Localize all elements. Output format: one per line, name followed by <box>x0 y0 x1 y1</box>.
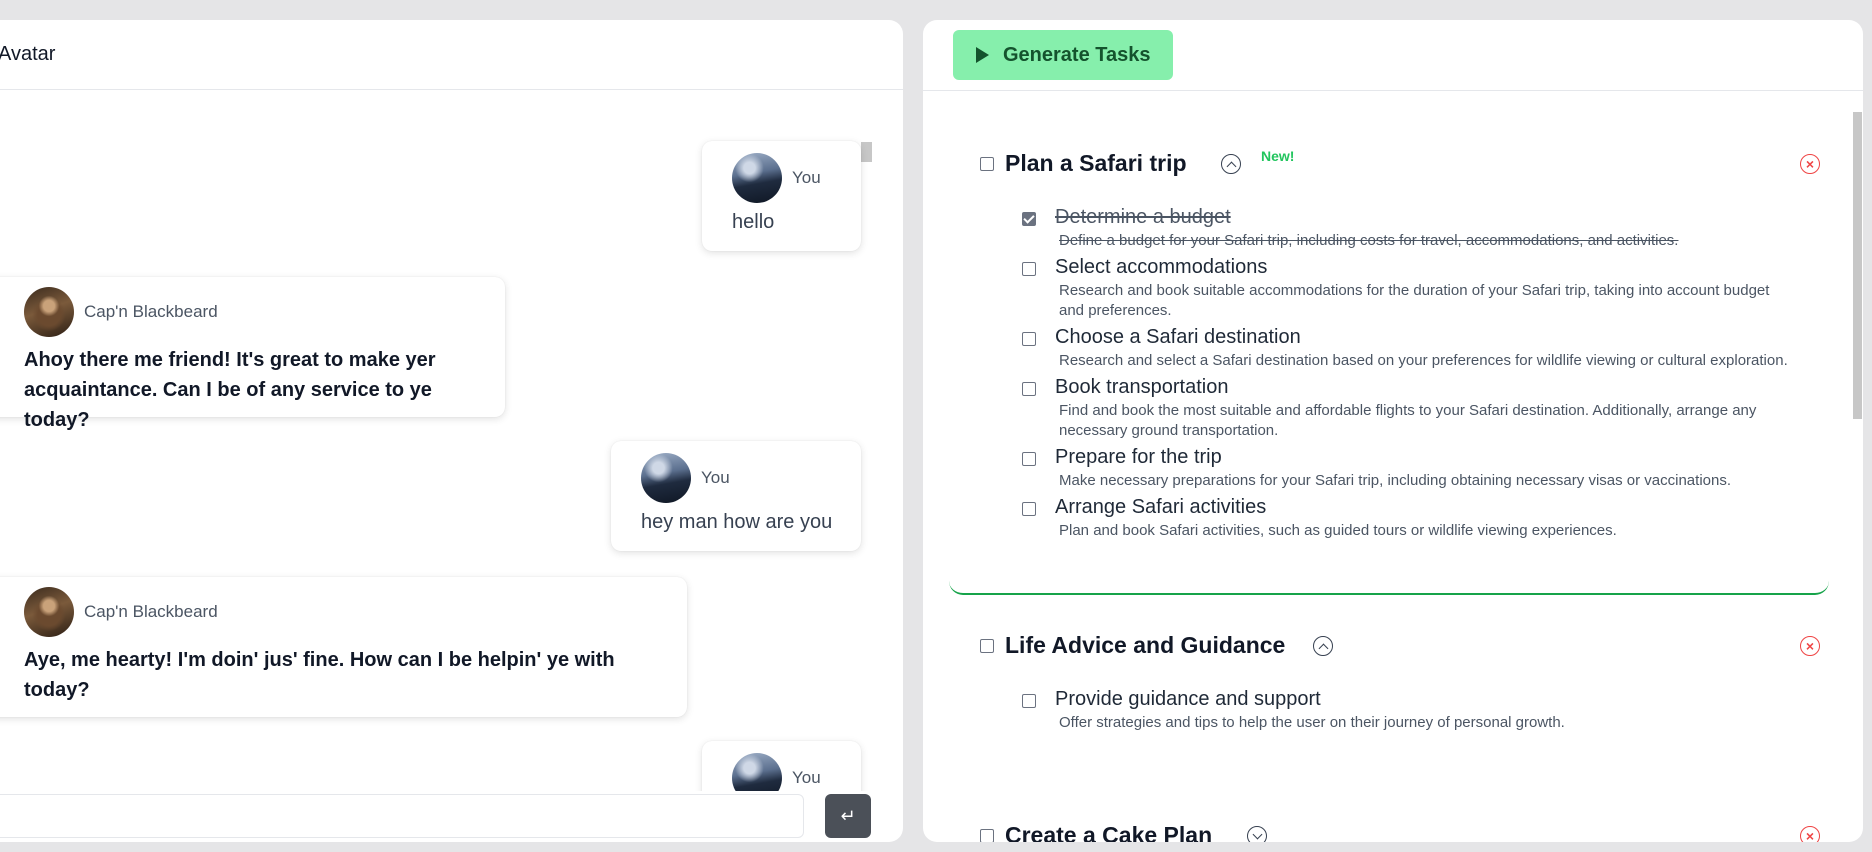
plan-checkbox[interactable] <box>980 639 994 653</box>
plan-header: Plan a Safari trip New! × <box>949 144 1829 184</box>
task-description: Plan and book Safari activities, such as… <box>1059 522 1617 539</box>
message-text: Aye, me hearty! I'm doin' jus' fine. How… <box>24 649 615 701</box>
task-description: Offer strategies and tips to help the us… <box>1059 714 1565 731</box>
tasks-scrollbar[interactable] <box>1853 112 1862 419</box>
expand-chevron-icon[interactable] <box>1247 826 1267 842</box>
task-checkbox[interactable] <box>1022 212 1036 226</box>
task-description: Research and book suitable accommodation… <box>1059 282 1770 319</box>
chat-messages[interactable]: You hello Cap'n Blackbeard Ahoy there me… <box>0 91 903 791</box>
sender-name: You <box>792 168 821 187</box>
task-title: Book transportation <box>1055 376 1229 398</box>
plan-header: Life Advice and Guidance × <box>949 626 1829 666</box>
user-avatar <box>732 153 782 203</box>
sender-name: Cap'n Blackbeard <box>84 602 218 621</box>
task-checkbox[interactable] <box>1022 502 1036 516</box>
plan-title: Create a Cake Plan <box>1005 822 1213 842</box>
task-item: Select accommodations Research and book … <box>949 256 1829 321</box>
plan-checkbox[interactable] <box>980 157 994 171</box>
tasks-header: Generate Tasks <box>923 20 1863 91</box>
delete-plan-icon[interactable]: × <box>1800 154 1820 174</box>
message-sender: Cap'n Blackbeard <box>24 587 667 637</box>
task-checkbox[interactable] <box>1022 262 1036 276</box>
message-text: hello <box>732 211 775 233</box>
play-icon <box>976 47 989 63</box>
collapse-chevron-icon[interactable] <box>1313 636 1333 656</box>
close-glyph: × <box>1805 156 1815 172</box>
task-item: Prepare for the trip Make necessary prep… <box>949 446 1829 491</box>
message-text: hey man how are you <box>641 511 833 533</box>
plan-header: Create a Cake Plan × <box>949 816 1829 842</box>
chat-title: Avatar <box>0 43 56 65</box>
task-checkbox[interactable] <box>1022 332 1036 346</box>
task-item: Choose a Safari destination Research and… <box>949 326 1829 371</box>
task-item: Determine a budget Define a budget for y… <box>949 206 1829 251</box>
message-input[interactable] <box>0 794 804 838</box>
message-sender: You <box>641 453 861 503</box>
message-text: Ahoy there me friend! It's great to make… <box>24 349 436 431</box>
generate-tasks-button[interactable]: Generate Tasks <box>953 30 1173 80</box>
task-checkbox[interactable] <box>1022 382 1036 396</box>
user-avatar <box>732 753 782 791</box>
close-glyph: × <box>1805 638 1815 654</box>
chat-message-user: You hey man how are you <box>611 441 861 551</box>
task-title: Determine a budget <box>1055 206 1231 228</box>
task-title: Provide guidance and support <box>1055 688 1321 710</box>
tasks-panel: Generate Tasks Plan a Safari trip New! ×… <box>923 20 1863 842</box>
close-glyph: × <box>1805 828 1815 842</box>
generate-tasks-label: Generate Tasks <box>1003 43 1151 66</box>
delete-plan-icon[interactable]: × <box>1800 826 1820 842</box>
chat-message-user: You <box>702 741 861 791</box>
chat-panel: Avatar You hello Cap'n Blackbeard Ahoy t… <box>0 20 903 842</box>
send-button[interactable]: ↵ <box>825 794 871 838</box>
sender-name: Cap'n Blackbeard <box>84 302 218 321</box>
task-title: Choose a Safari destination <box>1055 326 1301 348</box>
new-badge: New! <box>1261 148 1295 164</box>
plan-title: Plan a Safari trip <box>1005 150 1187 176</box>
plan-checkbox[interactable] <box>980 829 994 842</box>
bot-avatar <box>24 287 74 337</box>
bot-avatar <box>24 587 74 637</box>
task-description: Find and book the most suitable and affo… <box>1059 402 1757 439</box>
user-avatar <box>641 453 691 503</box>
task-description: Make necessary preparations for your Saf… <box>1059 472 1731 489</box>
chat-header: Avatar <box>0 20 903 90</box>
message-sender: You <box>732 153 861 203</box>
task-title: Select accommodations <box>1055 256 1268 278</box>
task-checkbox[interactable] <box>1022 694 1036 708</box>
task-item: Book transportation Find and book the mo… <box>949 376 1829 441</box>
task-item: Provide guidance and support Offer strat… <box>949 688 1829 733</box>
plan-card-life-advice: Life Advice and Guidance × Provide guida… <box>949 626 1829 756</box>
task-title: Prepare for the trip <box>1055 446 1222 468</box>
delete-plan-icon[interactable]: × <box>1800 636 1820 656</box>
chat-scrollbar[interactable] <box>861 142 872 162</box>
task-checkbox[interactable] <box>1022 452 1036 466</box>
task-description: Research and select a Safari destination… <box>1059 352 1788 369</box>
collapse-chevron-icon[interactable] <box>1221 154 1241 174</box>
plan-card-cake: Create a Cake Plan × <box>949 816 1829 842</box>
plan-title: Life Advice and Guidance <box>1005 632 1286 658</box>
task-description: Define a budget for your Safari trip, in… <box>1059 232 1679 249</box>
message-sender: You <box>732 753 861 791</box>
chat-message-user: You hello <box>702 141 861 251</box>
task-item: Arrange Safari activities Plan and book … <box>949 496 1829 541</box>
plan-card-safari: Plan a Safari trip New! × Determine a bu… <box>949 144 1829 595</box>
sender-name: You <box>792 768 821 787</box>
task-title: Arrange Safari activities <box>1055 496 1267 518</box>
sender-name: You <box>701 468 730 487</box>
enter-icon: ↵ <box>840 805 856 826</box>
chat-message-bot: Cap'n Blackbeard Ahoy there me friend! I… <box>0 277 505 431</box>
chat-message-bot: Cap'n Blackbeard Aye, me hearty! I'm doi… <box>0 577 687 717</box>
message-sender: Cap'n Blackbeard <box>24 287 485 337</box>
